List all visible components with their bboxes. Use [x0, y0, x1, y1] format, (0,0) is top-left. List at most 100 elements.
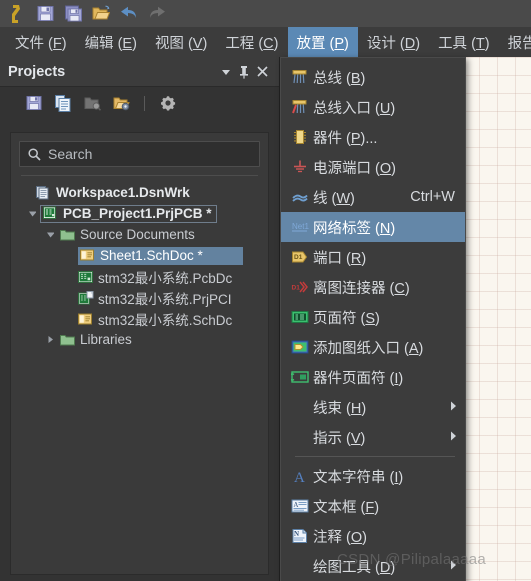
workspace-icon	[36, 185, 52, 200]
gear-icon[interactable]	[158, 93, 178, 113]
menu-item-port[interactable]: D1 端口 (R)	[281, 242, 465, 272]
tree-item-focus-box: PCB_Project1.PrjPCB *	[40, 204, 217, 223]
menu-item-net-label[interactable]: Net1 网络标签 (N)	[281, 212, 465, 242]
tree-item-selection: Sheet1.SchDoc *	[78, 246, 243, 265]
search-placeholder: Search	[48, 146, 93, 162]
bus-entry-icon	[287, 97, 313, 117]
search-icon	[28, 147, 41, 161]
menubar-item-2[interactable]: 视图 (V)	[146, 27, 216, 58]
toolbar-separator	[144, 95, 145, 111]
menubar-item-4[interactable]: 放置 (P)	[287, 26, 358, 58]
menubar-item-accelerator: (P)	[325, 35, 349, 52]
tree-item[interactable]: PCB_Project1.PrjPCB *	[19, 203, 260, 224]
tree-item[interactable]: stm32最小系统.PrjPCI	[19, 287, 260, 308]
projects-tree-container: Search Workspace1.DsnWrk PCB_Project1.Prj…	[10, 132, 269, 575]
menu-item-text-frame[interactable]: A 文本框 (F)	[281, 491, 465, 521]
off-sheet-conn-icon: D1	[287, 277, 313, 297]
menu-item-label: 页面符 (S)	[313, 310, 380, 327]
wire-icon	[287, 187, 313, 207]
menu-item-sheet-entry[interactable]: 添加图纸入口 (A)	[281, 332, 465, 362]
expand-arrow-down-icon[interactable]	[27, 208, 38, 219]
menubar-item-label: 文件	[15, 35, 44, 52]
tree-item[interactable]: Source Documents	[19, 224, 260, 245]
menu-item-shortcut: Ctrl+W	[410, 189, 455, 205]
menu-item-off-sheet-conn[interactable]: D1 离图连接器 (C)	[281, 272, 465, 302]
menubar-item-label: 设计	[366, 35, 396, 52]
panel-pin-icon[interactable]	[235, 63, 253, 81]
menu-item-bus-entry[interactable]: 总线入口 (U)	[281, 92, 465, 122]
save-project-icon[interactable]	[24, 93, 44, 113]
menu-item-part[interactable]: 器件 (P)...	[281, 122, 465, 152]
menu-item-label: 文本框 (F)	[313, 499, 380, 516]
tree-item[interactable]: Libraries	[19, 329, 260, 350]
menubar-item-3[interactable]: 工程 (C)	[216, 27, 287, 58]
menu-item-label: 电源端口 (O)	[313, 160, 396, 177]
menubar-item-label: 工程	[225, 35, 255, 52]
application-window: 文件 (F) 编辑 (E) 视图 (V) 工程 (C) 放置 (P) 设计 (D) 工具 (…	[0, 0, 531, 581]
menu-item-none[interactable]: 指示 (V)	[281, 422, 465, 452]
menubar-item-label: 视图	[154, 35, 184, 52]
folder-options-icon[interactable]	[111, 93, 131, 113]
menubar-item-accelerator: (E)	[113, 35, 137, 52]
sheet-entry-icon	[287, 337, 313, 357]
panel-close-icon[interactable]	[253, 63, 271, 81]
tree-item[interactable]: Workspace1.DsnWrk	[19, 182, 260, 203]
menubar-item-0[interactable]: 文件 (F)	[6, 27, 76, 58]
menubar-item-accelerator: (C)	[254, 35, 279, 52]
save-all-icon[interactable]	[62, 3, 84, 25]
menu-item-power-port[interactable]: 电源端口 (O)	[281, 152, 465, 182]
menubar-item-accelerator: (F)	[44, 35, 67, 52]
menu-item-wire[interactable]: 线 (W) Ctrl+W	[281, 182, 465, 212]
menu-item-label: 网络标签 (N)	[313, 220, 396, 237]
menu-item-none[interactable]: 线束 (H)	[281, 392, 465, 422]
note-icon: N	[287, 526, 313, 546]
menu-item-no-icon	[287, 427, 313, 447]
copy-document-icon[interactable]	[53, 93, 73, 113]
open-folder-search-icon[interactable]	[82, 93, 102, 113]
menubar-item-label: 报告	[507, 35, 531, 52]
menu-item-none[interactable]: 绘图工具 (D)	[281, 551, 465, 581]
menubar-item-6[interactable]: 工具 (T)	[429, 27, 499, 58]
tree-item[interactable]: stm32最小系统.PcbDc	[19, 266, 260, 287]
menu-item-sheet-symbol[interactable]: 页面符 (S)	[281, 302, 465, 332]
menubar-item-accelerator: (T)	[467, 35, 490, 52]
menu-item-label: 添加图纸入口 (A)	[313, 340, 424, 357]
tree-item-label: Libraries	[80, 332, 132, 347]
menu-item-label: 器件页面符 (I)	[313, 370, 404, 387]
menu-item-text-string[interactable]: A 文本字符串 (I)	[281, 461, 465, 491]
menubar-item-label: 编辑	[84, 35, 114, 52]
bus-icon	[287, 67, 313, 87]
menubar-item-7[interactable]: 报告 (	[499, 27, 531, 58]
menubar-item-1[interactable]: 编辑 (E)	[76, 27, 146, 58]
menu-item-device-sheet[interactable]: 器件页面符 (I)	[281, 362, 465, 392]
tree-item-label: stm32最小系统.PrjPCI	[98, 291, 232, 307]
menu-item-label: 注释 (O)	[313, 529, 367, 546]
text-string-icon: A	[287, 466, 313, 486]
search-input[interactable]: Search	[19, 141, 260, 167]
menu-item-label: 总线入口 (U)	[313, 100, 396, 117]
menu-item-no-icon	[287, 556, 313, 576]
pcbdoc-icon	[78, 269, 94, 284]
undo-icon[interactable]	[118, 3, 140, 25]
part-icon	[287, 127, 313, 147]
tree-divider	[21, 175, 258, 176]
expand-arrow-down-icon[interactable]	[45, 229, 56, 240]
menubar-item-label: 放置	[296, 35, 326, 52]
menu-item-bus[interactable]: 总线 (B)	[281, 62, 465, 92]
panel-dropdown-icon[interactable]	[217, 63, 235, 81]
menu-item-note[interactable]: N 注释 (O)	[281, 521, 465, 551]
tree-item[interactable]: stm32最小系统.SchDc	[19, 308, 260, 329]
save-icon[interactable]	[34, 3, 56, 25]
expand-arrow-right-icon[interactable]	[45, 334, 56, 345]
menubar-item-5[interactable]: 设计 (D)	[358, 27, 429, 58]
open-project-icon[interactable]	[90, 3, 112, 25]
tree-item[interactable]: Sheet1.SchDoc *	[19, 245, 260, 266]
main-toolbar	[0, 0, 531, 27]
altium-logo-icon[interactable]	[6, 3, 28, 25]
page-title: Projects	[8, 63, 66, 80]
redo-icon[interactable]	[146, 3, 168, 25]
